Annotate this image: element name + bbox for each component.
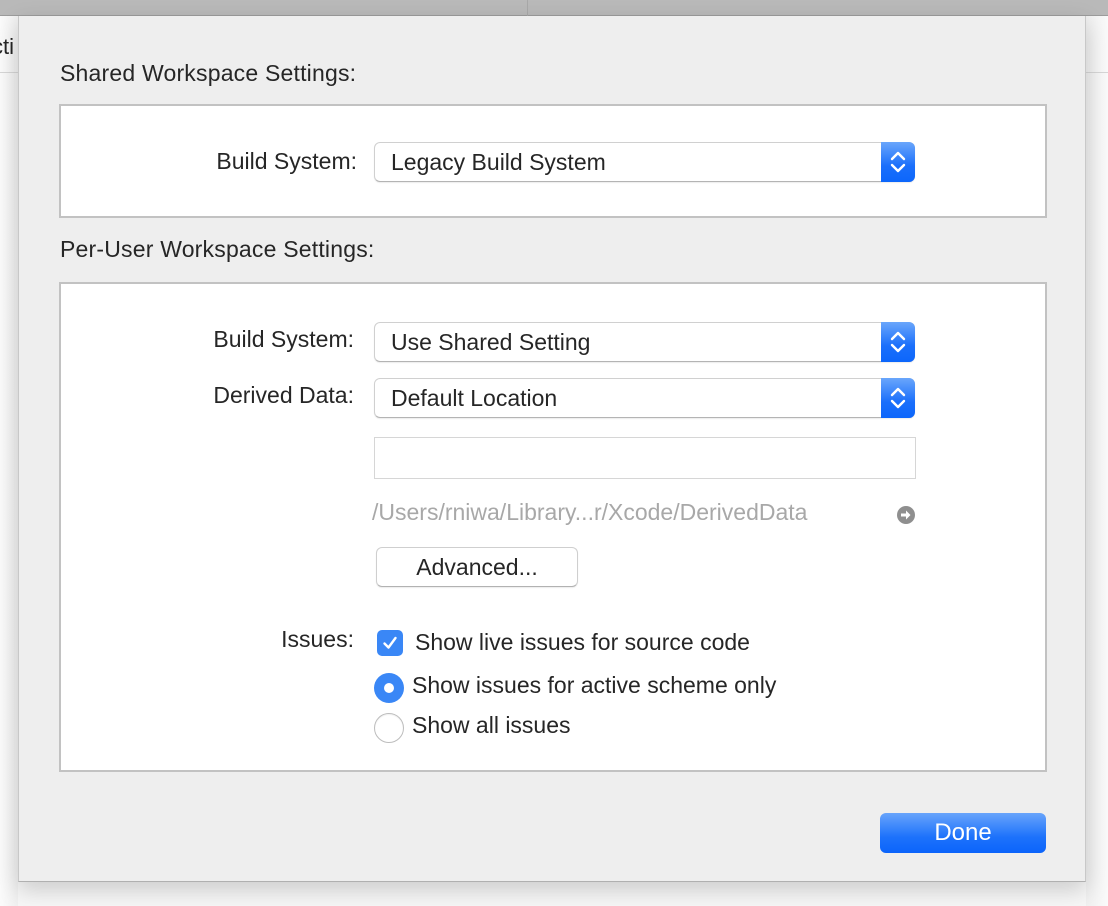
radio-selected-icon [374, 673, 404, 703]
done-button[interactable]: Done [880, 813, 1046, 853]
shared-build-system-popup[interactable]: Legacy Build System [374, 142, 915, 182]
per-user-build-system-label: Build System: [213, 326, 354, 352]
shared-settings-title: Shared Workspace Settings: [60, 60, 357, 86]
background-title-bar [0, 0, 1108, 16]
custom-derived-data-path-field[interactable] [374, 437, 916, 479]
derived-data-path-text: /Users/rniwa/Library...r/Xcode/DerivedDa… [372, 499, 808, 525]
per-user-build-system-popup[interactable]: Use Shared Setting [374, 322, 915, 362]
derived-data-popup[interactable]: Default Location [374, 378, 915, 418]
issues-label: Issues: [281, 626, 354, 652]
background-right-panel [1086, 16, 1108, 906]
workspace-settings-sheet: Shared Workspace Settings: Build System:… [18, 16, 1086, 882]
background-divider [0, 72, 18, 73]
per-user-settings-title: Per-User Workspace Settings: [60, 236, 375, 262]
shared-build-system-label: Build System: [216, 148, 357, 174]
radio-label: Show issues for active scheme only [412, 672, 777, 698]
derived-data-label: Derived Data: [213, 382, 354, 408]
reveal-in-finder-arrow-icon[interactable] [897, 506, 915, 524]
checkbox-label: Show live issues for source code [415, 629, 750, 655]
popup-stepper-icon [881, 378, 915, 418]
title-bar-divider [527, 0, 528, 16]
radio-label: Show all issues [412, 712, 571, 738]
popup-stepper-icon [881, 142, 915, 182]
shared-settings-box: Build System: Legacy Build System [59, 104, 1047, 218]
advanced-button[interactable]: Advanced... [376, 547, 578, 587]
popup-value: Legacy Build System [391, 149, 606, 175]
radio-unselected-icon [374, 713, 404, 743]
background-divider [1086, 72, 1108, 73]
popup-stepper-icon [881, 322, 915, 362]
background-left-panel [0, 16, 18, 906]
background-partial-text: cti [0, 34, 14, 59]
popup-value: Use Shared Setting [391, 329, 591, 355]
popup-value: Default Location [391, 385, 558, 411]
per-user-settings-box: Build System: Use Shared Setting Derived… [59, 282, 1047, 772]
checkbox-checked-icon [377, 630, 403, 656]
